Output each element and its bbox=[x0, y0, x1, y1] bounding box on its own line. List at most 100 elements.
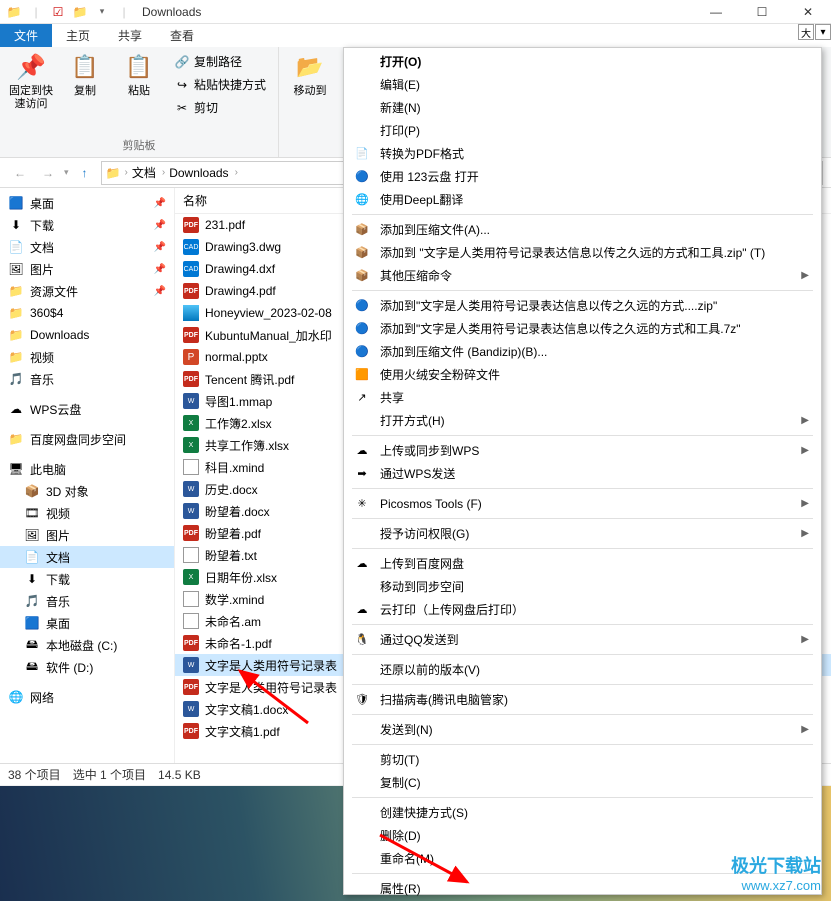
menu-item-16[interactable]: ↗共享 bbox=[344, 386, 821, 409]
sidebar-item-quick-3[interactable]: 🖼图片📌 bbox=[0, 258, 174, 280]
menu-label: 使用 123云盘 打开 bbox=[380, 168, 479, 185]
nav-icon: 🖥 bbox=[8, 461, 24, 477]
close-button[interactable]: ✕ bbox=[785, 0, 831, 24]
menu-item-6[interactable]: 🌐使用DeepL翻译 bbox=[344, 188, 821, 211]
menu-item-5[interactable]: 🔵 使用 123云盘 打开 bbox=[344, 165, 821, 188]
menu-item-28[interactable]: ☁云打印（上传网盘后打印） bbox=[344, 598, 821, 621]
breadcrumb-downloads[interactable]: Downloads› bbox=[169, 166, 238, 180]
nav-icon: 📁 bbox=[8, 305, 24, 321]
sidebar-pc-item-3[interactable]: 📄文档 bbox=[0, 546, 174, 568]
nav-pane[interactable]: 🟦桌面📌⬇下载📌📄文档📌🖼图片📌📁资源文件📌📁360$4📁Downloads📁视… bbox=[0, 188, 175, 763]
sidebar-pc-item-2[interactable]: 🖼图片 bbox=[0, 524, 174, 546]
sidebar-item-baidu[interactable]: 📁百度网盘同步空间 bbox=[0, 428, 174, 450]
sidebar-item-wps[interactable]: ☁WPS云盘 bbox=[0, 398, 174, 420]
menu-item-20[interactable]: ➡通过WPS发送 bbox=[344, 462, 821, 485]
menu-item-9[interactable]: 📦添加到 "文字是人类用符号记录表达信息以传之久远的方式和工具.zip" (T) bbox=[344, 241, 821, 264]
nav-icon: 📁 bbox=[8, 349, 24, 365]
pin-to-quickaccess-button[interactable]: 📌 固定到快 速访问 bbox=[8, 51, 54, 118]
cut-button[interactable]: ✂剪切 bbox=[170, 97, 270, 118]
minimize-button[interactable]: — bbox=[693, 0, 739, 24]
menu-item-2[interactable]: 新建(N) bbox=[344, 96, 821, 119]
menu-item-3[interactable]: 打印(P) bbox=[344, 119, 821, 142]
menu-item-41[interactable]: 创建快捷方式(S) bbox=[344, 801, 821, 824]
sidebar-item-quick-8[interactable]: 🎵音乐 bbox=[0, 368, 174, 390]
tab-share[interactable]: 共享 bbox=[104, 24, 156, 47]
checkbox-icon[interactable]: ☑ bbox=[48, 2, 68, 22]
menu-item-10[interactable]: 📦其他压缩命令▶ bbox=[344, 264, 821, 287]
file-name: normal.pptx bbox=[205, 350, 268, 364]
nav-label: 软件 (D:) bbox=[46, 659, 93, 676]
tab-file[interactable]: 文件 bbox=[0, 24, 52, 47]
nav-label: 视频 bbox=[46, 505, 70, 522]
menu-label: 授予访问权限(G) bbox=[380, 525, 469, 542]
menu-item-38[interactable]: 剪切(T) bbox=[344, 748, 821, 771]
menu-item-22[interactable]: ✳Picosmos Tools (F)▶ bbox=[344, 492, 821, 515]
sidebar-item-quick-1[interactable]: ⬇下载📌 bbox=[0, 214, 174, 236]
extra-button-2[interactable]: ▾ bbox=[815, 24, 831, 40]
menu-item-27[interactable]: 移动到同步空间 bbox=[344, 575, 821, 598]
sidebar-item-quick-6[interactable]: 📁Downloads bbox=[0, 324, 174, 346]
qat-dropdown-icon[interactable]: ▾ bbox=[92, 2, 112, 22]
sidebar-item-quick-0[interactable]: 🟦桌面📌 bbox=[0, 192, 174, 214]
sidebar-pc-item-6[interactable]: 🟦桌面 bbox=[0, 612, 174, 634]
menu-item-30[interactable]: 🐧通过QQ发送到▶ bbox=[344, 628, 821, 651]
move-to-button[interactable]: 📂 移动到 bbox=[287, 51, 333, 111]
tab-home[interactable]: 主页 bbox=[52, 24, 104, 47]
menu-item-12[interactable]: 🔵添加到"文字是人类用符号记录表达信息以传之久远的方式....zip" bbox=[344, 294, 821, 317]
menu-item-32[interactable]: 还原以前的版本(V) bbox=[344, 658, 821, 681]
paste-shortcut-button[interactable]: ↪粘贴快捷方式 bbox=[170, 74, 270, 95]
history-dropdown[interactable]: ▾ bbox=[64, 167, 69, 178]
menu-item-36[interactable]: 发送到(N)▶ bbox=[344, 718, 821, 741]
menu-item-0[interactable]: 打开(O) bbox=[344, 50, 821, 73]
sidebar-item-quick-7[interactable]: 📁视频 bbox=[0, 346, 174, 368]
qat-new-folder-icon[interactable]: 📁 bbox=[70, 2, 90, 22]
sidebar-pc-item-4[interactable]: ⬇下载 bbox=[0, 568, 174, 590]
menu-item-24[interactable]: 授予访问权限(G)▶ bbox=[344, 522, 821, 545]
menu-item-14[interactable]: 🔵添加到压缩文件 (Bandizip)(B)... bbox=[344, 340, 821, 363]
tab-view[interactable]: 查看 bbox=[156, 24, 208, 47]
sidebar-pc-item-1[interactable]: 🎞视频 bbox=[0, 502, 174, 524]
back-button[interactable]: ← bbox=[8, 161, 32, 185]
menu-item-39[interactable]: 复制(C) bbox=[344, 771, 821, 794]
file-name: Tencent 腾讯.pdf bbox=[205, 371, 294, 388]
menu-item-13[interactable]: 🔵添加到"文字是人类用符号记录表达信息以传之久远的方式和工具.7z" bbox=[344, 317, 821, 340]
menu-item-34[interactable]: 🛡扫描病毒(腾讯电脑管家) bbox=[344, 688, 821, 711]
copy-button[interactable]: 📋 复制 bbox=[62, 51, 108, 118]
menu-item-4[interactable]: 📄转换为PDF格式 bbox=[344, 142, 821, 165]
breadcrumb-docs[interactable]: 文档› bbox=[132, 164, 165, 181]
menu-label: 复制(C) bbox=[380, 774, 421, 791]
file-icon: PDF bbox=[183, 217, 199, 233]
sidebar-item-network[interactable]: 🌐网络 bbox=[0, 686, 174, 708]
copy-path-button[interactable]: 🔗复制路径 bbox=[170, 51, 270, 72]
menu-item-19[interactable]: ☁上传或同步到WPS▶ bbox=[344, 439, 821, 462]
sidebar-pc-item-0[interactable]: 📦3D 对象 bbox=[0, 480, 174, 502]
extra-button-1[interactable]: 大 bbox=[798, 24, 814, 40]
sidebar-item-quick-4[interactable]: 📁资源文件📌 bbox=[0, 280, 174, 302]
file-icon: X bbox=[183, 569, 199, 585]
maximize-button[interactable]: ☐ bbox=[739, 0, 785, 24]
sidebar-pc-item-7[interactable]: 🖴本地磁盘 (C:) bbox=[0, 634, 174, 656]
sidebar-pc-item-5[interactable]: 🎵音乐 bbox=[0, 590, 174, 612]
submenu-icon: ▶ bbox=[801, 445, 809, 456]
nav-icon: 🖼 bbox=[8, 261, 24, 277]
file-name: 盼望着.pdf bbox=[205, 525, 261, 542]
menu-icon: 🔵 bbox=[354, 169, 370, 185]
sidebar-item-quick-2[interactable]: 📄文档📌 bbox=[0, 236, 174, 258]
menu-label: 扫描病毒(腾讯电脑管家) bbox=[380, 691, 508, 708]
menu-item-15[interactable]: 🟧使用火绒安全粉碎文件 bbox=[344, 363, 821, 386]
pin-label: 固定到快 速访问 bbox=[9, 85, 53, 111]
paste-label: 粘贴 bbox=[128, 85, 150, 98]
menu-item-1[interactable]: 编辑(E) bbox=[344, 73, 821, 96]
up-button[interactable]: ↑ bbox=[73, 161, 97, 185]
sidebar-item-quick-5[interactable]: 📁360$4 bbox=[0, 302, 174, 324]
menu-item-8[interactable]: 📦添加到压缩文件(A)... bbox=[344, 218, 821, 241]
menu-item-17[interactable]: 打开方式(H)▶ bbox=[344, 409, 821, 432]
sidebar-pc-item-8[interactable]: 🖴软件 (D:) bbox=[0, 656, 174, 678]
menu-item-26[interactable]: ☁上传到百度网盘 bbox=[344, 552, 821, 575]
sidebar-item-thispc[interactable]: 🖥此电脑 bbox=[0, 458, 174, 480]
file-icon: W bbox=[183, 481, 199, 497]
paste-button[interactable]: 📋 粘贴 bbox=[116, 51, 162, 118]
file-icon: X bbox=[183, 415, 199, 431]
file-name: 数学.xmind bbox=[205, 591, 264, 608]
file-icon bbox=[183, 613, 199, 629]
